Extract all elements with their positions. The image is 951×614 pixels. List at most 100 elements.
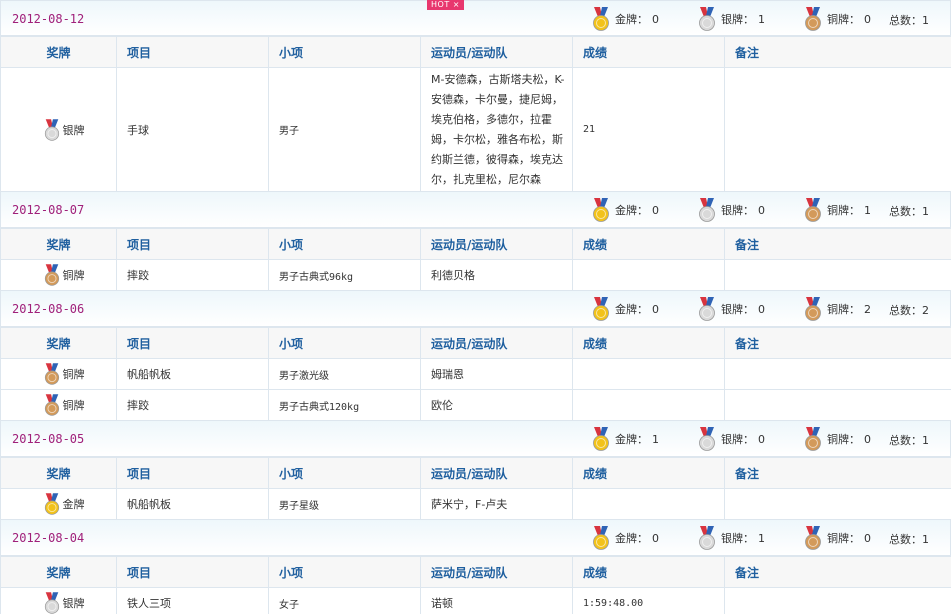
result-cell [572,259,725,291]
note-cell [724,389,951,421]
table-row: 铜牌 帆船帆板 男子激光级 姆瑞恩 [0,358,951,390]
header-note: 备注 [724,36,951,68]
header-athlete: 运动员/运动队 [420,556,573,588]
medal-cell-content: 铜牌 [11,263,116,287]
silver-count: 银牌： 0 [697,296,765,322]
medal-cell: 银牌 [0,587,117,614]
bronze-count-label: 铜牌： [827,204,860,217]
total-count-label: 总数： [889,205,922,218]
header-medal: 奖牌 [0,556,117,588]
bronze-medal-icon [805,427,821,451]
header-medal: 奖牌 [0,228,117,260]
silver-count-label: 银牌： [721,204,754,217]
bronze-count-label: 铜牌： [827,532,860,545]
total-count-value: 1 [922,434,929,447]
gold-medal-icon [593,7,609,31]
event-cell: 摔跤 [116,389,269,421]
header-event: 项目 [116,228,269,260]
header-result: 成绩 [572,556,725,588]
medal-cell-content: 铜牌 [11,393,116,417]
bronze-count-value: 0 [864,12,871,26]
bronze-count-value: 2 [864,302,871,316]
day-header: 2012-08-05 金牌： 1 银牌： 0 铜牌： 0 总数：1 [0,421,951,457]
note-cell [724,259,951,291]
total-count: 总数：1 [889,12,929,28]
gold-count: 金牌： 1 [591,426,659,452]
day-header: 2012-08-12 金牌： 0 银牌： 1 铜牌： 0 总数：1 [0,0,951,36]
bronze-count: 铜牌： 2 [803,296,871,322]
silver-count: 银牌： 1 [697,525,765,551]
result-cell: 1:59:48.00 [572,587,725,614]
medal-table: 奖牌 项目 小项 运动员/运动队 成绩 备注 银牌 手球 男子 M-安德森，古斯塔夫松，K-安德森… [0,36,951,192]
gold-count-label: 金牌： [615,13,648,26]
silver-medal-icon [699,427,715,451]
header-subevent: 小项 [268,327,421,359]
silver-medal-icon [44,118,59,141]
medal-label: 银牌 [62,123,85,137]
day-date: 2012-08-12 [12,12,85,26]
silver-count-value: 0 [758,432,765,446]
table-header-row: 奖牌 项目 小项 运动员/运动队 成绩 备注 [0,327,951,359]
hot-badge[interactable]: HOT × [427,0,464,10]
total-count: 总数：1 [889,432,929,448]
bronze-medal-icon [44,264,59,286]
gold-count-label: 金牌： [615,204,648,217]
medal-cell-content: 铜牌 [11,362,116,386]
silver-count: 银牌： 1 [697,6,765,32]
subevent-cell: 男子 [268,67,421,192]
subevent-cell: 女子 [268,587,421,614]
gold-count-value: 0 [652,12,659,26]
result-cell [572,389,725,421]
total-count-label: 总数： [889,533,922,546]
silver-count: 银牌： 0 [697,197,765,223]
day-header: 2012-08-07 金牌： 0 银牌： 0 铜牌： 1 总数：1 [0,192,951,228]
medal-label: 铜牌 [62,269,85,282]
athlete-cell: 利德贝格 [420,259,573,291]
gold-count-value: 0 [652,203,659,217]
result-cell [572,488,725,520]
header-note: 备注 [724,457,951,489]
day-date: 2012-08-07 [12,203,85,217]
athlete-cell: 姆瑞恩 [420,358,573,390]
total-count-label: 总数： [889,434,922,447]
silver-count-value: 0 [758,302,765,316]
bronze-count-value: 1 [864,203,871,217]
day-header: 2012-08-06 金牌： 0 银牌： 0 铜牌： 2 总数：2 [0,291,951,327]
header-event: 项目 [116,327,269,359]
event-cell: 手球 [116,67,269,192]
bronze-count-label: 铜牌： [827,433,860,446]
table-header-row: 奖牌 项目 小项 运动员/运动队 成绩 备注 [0,457,951,489]
bronze-count-label: 铜牌： [827,13,860,26]
bronze-count: 铜牌： 0 [803,6,871,32]
note-cell [724,67,951,192]
header-result: 成绩 [572,457,725,489]
silver-medal-icon [44,592,59,614]
subevent-cell: 男子古典式96kg [268,259,421,291]
header-subevent: 小项 [268,556,421,588]
header-note: 备注 [724,228,951,260]
bronze-medal-icon [44,363,59,385]
medal-cell-content: 金牌 [11,492,116,516]
medal-table: 奖牌 项目 小项 运动员/运动队 成绩 备注 金牌 帆船帆板 男子星级 萨米宁，F-卢夫 [0,457,951,520]
silver-medal-icon [699,526,715,550]
gold-count: 金牌： 0 [591,296,659,322]
table-row: 银牌 铁人三项 女子 诺顿 1:59:48.00 [0,587,951,614]
medal-cell: 铜牌 [0,259,117,291]
header-note: 备注 [724,556,951,588]
medal-table: 奖牌 项目 小项 运动员/运动队 成绩 备注 银牌 铁人三项 女子 诺顿 1:59:48.00 [0,556,951,614]
bronze-count-value: 0 [864,531,871,545]
result-cell: 21 [572,67,725,192]
note-cell [724,488,951,520]
header-athlete: 运动员/运动队 [420,457,573,489]
table-row: 金牌 帆船帆板 男子星级 萨米宁，F-卢夫 [0,488,951,520]
bronze-medal-icon [805,297,821,321]
bronze-medal-icon [805,7,821,31]
bronze-count: 铜牌： 0 [803,525,871,551]
header-result: 成绩 [572,327,725,359]
silver-count-value: 1 [758,531,765,545]
header-athlete: 运动员/运动队 [420,228,573,260]
silver-medal-icon [699,297,715,321]
subevent-cell: 男子古典式120kg [268,389,421,421]
bronze-medal-icon [805,526,821,550]
total-count-value: 1 [922,533,929,546]
